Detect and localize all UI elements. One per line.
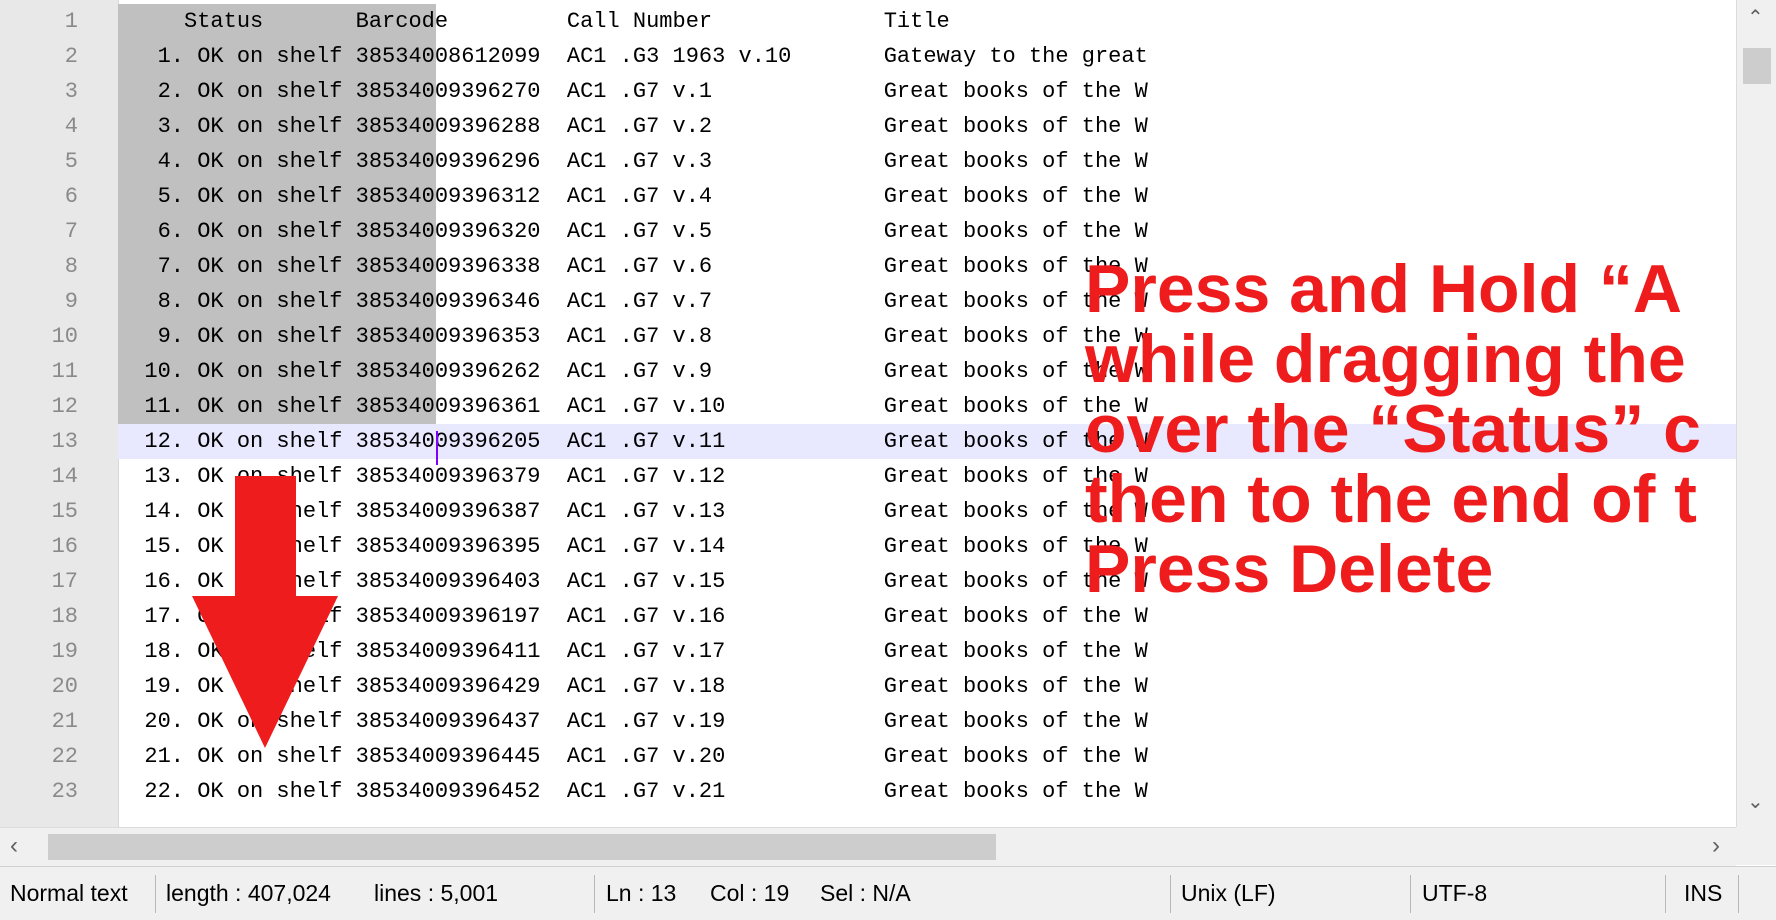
status-lines: lines : 5,001 [374,880,499,906]
status-bar: Normal text length : 407,024 lines : 5,0… [0,866,1776,920]
text-caret [436,431,438,465]
annotation-line: over the “Status” c [1085,391,1701,467]
line-text: 7. OK on shelf 38534009396338 AC1 .G7 v.… [118,254,1148,279]
line-text: 3. OK on shelf 38534009396288 AC1 .G7 v.… [118,114,1148,139]
line-text: 4. OK on shelf 38534009396296 AC1 .G7 v.… [118,149,1148,174]
status-insert-mode: INS [1684,880,1723,906]
status-sel: Sel : N/A [820,880,911,906]
annotation-line: while dragging the [1085,321,1686,397]
line-text: 2. OK on shelf 38534009396270 AC1 .G7 v.… [118,79,1148,104]
line-number[interactable]: 8 [0,249,78,284]
line-text: 13. OK on shelf 38534009396379 AC1 .G7 v… [118,464,1148,489]
line-number[interactable]: 4 [0,109,78,144]
instruction-annotation: Press and Hold “A while dragging the ove… [1085,254,1701,604]
text-line[interactable]: 3. OK on shelf 38534009396288 AC1 .G7 v.… [118,109,1736,144]
line-text: 8. OK on shelf 38534009396346 AC1 .G7 v.… [118,289,1148,314]
line-text: 17. OK on shelf 38534009396197 AC1 .G7 v… [118,604,1148,629]
line-number[interactable]: 2 [0,39,78,74]
line-text: 1. OK on shelf 38534008612099 AC1 .G3 19… [118,44,1148,69]
line-text: Status Barcode Call Number Title [118,9,950,34]
line-text: 10. OK on shelf 38534009396262 AC1 .G7 v… [118,359,1148,384]
text-line[interactable]: Status Barcode Call Number Title [118,4,1736,39]
line-number[interactable]: 3 [0,74,78,109]
line-text: 5. OK on shelf 38534009396312 AC1 .G7 v.… [118,184,1148,209]
annotation-line: Press Delete [1085,531,1494,607]
vertical-scroll-thumb[interactable] [1743,48,1771,84]
scroll-down-icon[interactable]: ⌄ [1747,792,1764,812]
scrollbar-corner [1736,827,1776,865]
status-encoding: UTF-8 [1422,880,1488,906]
line-number[interactable]: 9 [0,284,78,319]
status-length: length : 407,024 [166,880,331,906]
text-line[interactable]: 18. OK on shelf 38534009396411 AC1 .G7 v… [118,634,1736,669]
line-number-gutter: 1 2 3 4 5 6 7 8 9 10 11 12 13 14 15 16 17 18 19 20 21 22 23 [0,0,119,827]
scroll-left-icon[interactable]: ‹ [10,834,18,858]
status-col: Col : 19 [710,880,790,906]
line-number[interactable]: 21 [0,704,78,739]
line-text: 6. OK on shelf 38534009396320 AC1 .G7 v.… [118,219,1148,244]
line-text: 12. OK on shelf 38534009396205 AC1 .G7 v… [118,429,1148,454]
line-number[interactable]: 23 [0,774,78,809]
line-text: 14. OK on shelf 38534009396387 AC1 .G7 v… [118,499,1148,524]
text-line[interactable]: 17. OK on shelf 38534009396197 AC1 .G7 v… [118,599,1736,634]
line-text: 19. OK on shelf 38534009396429 AC1 .G7 v… [118,674,1148,699]
line-number[interactable]: 22 [0,739,78,774]
text-line[interactable]: 20. OK on shelf 38534009396437 AC1 .G7 v… [118,704,1736,739]
line-number[interactable]: 6 [0,179,78,214]
text-line[interactable]: 1. OK on shelf 38534008612099 AC1 .G3 19… [118,39,1736,74]
text-line[interactable]: 22. OK on shelf 38534009396452 AC1 .G7 v… [118,774,1736,809]
line-number[interactable]: 19 [0,634,78,669]
line-number[interactable]: 12 [0,389,78,424]
line-number[interactable]: 16 [0,529,78,564]
line-number[interactable]: 5 [0,144,78,179]
line-number[interactable]: 10 [0,319,78,354]
scroll-right-icon[interactable]: › [1712,834,1720,858]
text-line[interactable]: 2. OK on shelf 38534009396270 AC1 .G7 v.… [118,74,1736,109]
line-text: 21. OK on shelf 38534009396445 AC1 .G7 v… [118,744,1148,769]
line-number[interactable]: 7 [0,214,78,249]
line-text: 22. OK on shelf 38534009396452 AC1 .G7 v… [118,779,1148,804]
scroll-up-icon[interactable]: ⌃ [1747,8,1764,28]
status-filetype: Normal text [10,880,128,906]
text-line[interactable]: 19. OK on shelf 38534009396429 AC1 .G7 v… [118,669,1736,704]
line-text: 16. OK on shelf 38534009396403 AC1 .G7 v… [118,569,1148,594]
horizontal-scrollbar[interactable]: ‹ › [0,827,1736,866]
text-line[interactable]: 5. OK on shelf 38534009396312 AC1 .G7 v.… [118,179,1736,214]
line-number[interactable]: 11 [0,354,78,389]
vertical-scrollbar[interactable]: ⌃ ⌄ [1736,0,1776,827]
annotation-line: Press and Hold “A [1085,251,1683,327]
text-line[interactable]: 21. OK on shelf 38534009396445 AC1 .G7 v… [118,739,1736,774]
text-line[interactable]: 4. OK on shelf 38534009396296 AC1 .G7 v.… [118,144,1736,179]
line-number[interactable]: 15 [0,494,78,529]
line-number[interactable]: 14 [0,459,78,494]
horizontal-scroll-thumb[interactable] [48,834,996,860]
annotation-line: then to the end of t [1085,461,1697,537]
line-text: 11. OK on shelf 38534009396361 AC1 .G7 v… [118,394,1148,419]
line-text: 20. OK on shelf 38534009396437 AC1 .G7 v… [118,709,1148,734]
line-number[interactable]: 17 [0,564,78,599]
text-line[interactable]: 6. OK on shelf 38534009396320 AC1 .G7 v.… [118,214,1736,249]
line-text: 15. OK on shelf 38534009396395 AC1 .G7 v… [118,534,1148,559]
line-number[interactable]: 20 [0,669,78,704]
line-number[interactable]: 1 [0,4,78,39]
line-text: 18. OK on shelf 38534009396411 AC1 .G7 v… [118,639,1148,664]
status-ln: Ln : 13 [606,880,677,906]
line-number[interactable]: 13 [0,424,78,459]
status-eol: Unix (LF) [1181,880,1276,906]
line-text: 9. OK on shelf 38534009396353 AC1 .G7 v.… [118,324,1148,349]
line-number[interactable]: 18 [0,599,78,634]
